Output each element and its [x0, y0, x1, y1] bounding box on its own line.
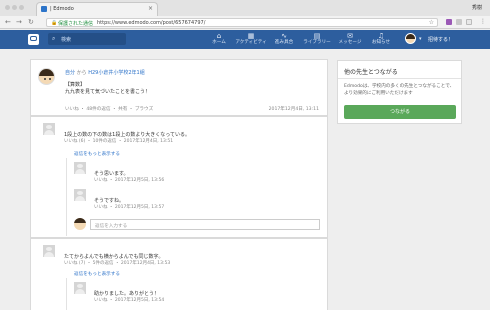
extension-icon[interactable] — [466, 19, 472, 25]
post-author-link[interactable]: 自分 — [65, 70, 75, 76]
browser-tab[interactable]: | Edmodo × — [36, 2, 158, 16]
edmodo-logo-icon[interactable] — [28, 34, 39, 45]
browser-menu-icon[interactable]: ⋮ — [480, 18, 486, 25]
comment-text: たてからよんでも横からよんでも同じ数字。 — [64, 254, 164, 260]
comment-text: 1段上の数の下の数は1段上の数より大きくなっている。 — [64, 132, 191, 138]
post-card: 自分 から H29小倉井小学校2年1組 【算数】 九九表を見て気づいたことを書こ… — [30, 59, 328, 116]
bell-icon: ♫ — [377, 32, 385, 40]
reload-icon[interactable]: ↻ — [28, 18, 34, 26]
avatar[interactable] — [74, 282, 86, 294]
show-more-replies-link[interactable]: 返信をもっと表示する — [74, 151, 120, 157]
tab-title: | Edmodo — [50, 6, 74, 12]
comment-meta: いいね (6) ・ 10件の返信 ・ 2017年12月4日, 13:51 — [64, 139, 174, 144]
browser-toolbar: ← → ↻ 🔒 保護された通信 https://www.edmodo.com/p… — [0, 16, 490, 29]
panel-title: 他の先生とつながる — [344, 69, 398, 76]
edmodo-favicon-icon — [41, 6, 47, 12]
browse-link[interactable]: ブラウズ — [135, 107, 153, 112]
share-link[interactable]: 共有 — [118, 107, 127, 112]
my-avatar — [74, 218, 86, 230]
invite-button[interactable]: 招待する！ — [428, 36, 453, 43]
nav-notifications[interactable]: ♫ お知らせ — [361, 32, 401, 46]
reply-thread-line — [66, 158, 67, 236]
post-text-body: 九九表を見て気づいたことを書こう！ — [65, 89, 151, 95]
show-more-replies-link[interactable]: 返信をもっと表示する — [74, 271, 120, 277]
reply-placeholder: 返信を入力する — [95, 224, 128, 229]
connect-button[interactable]: つながる — [344, 105, 456, 119]
window-controls[interactable] — [5, 5, 26, 12]
post-text-subject: 【算数】 — [65, 82, 86, 88]
nav-notifications-label: お知らせ — [371, 40, 391, 45]
post-from-word: から — [76, 70, 87, 76]
extension-icon[interactable] — [456, 19, 462, 25]
browser-profile-name[interactable]: 秀樹 — [472, 4, 482, 11]
back-arrow-icon[interactable]: ← — [5, 18, 11, 26]
app-navbar: ⌕ 検索 ⌂ ホーム ▦ アクティビティ ∿ 進み具合 ▤ ライブラリー ✉ メ… — [0, 30, 490, 49]
address-bar[interactable]: 🔒 保護された通信 https://www.edmodo.com/post/65… — [46, 18, 438, 27]
search-input[interactable]: ⌕ 検索 — [48, 33, 126, 45]
author-avatar[interactable] — [38, 68, 55, 85]
post-header: 自分 から H29小倉井小学校2年1組 — [65, 69, 145, 76]
reply-meta: いいね ・ 2017年12月5日, 13:56 — [94, 178, 165, 183]
lock-icon: 🔒 — [51, 20, 58, 26]
avatar[interactable] — [74, 189, 86, 201]
avatar[interactable] — [74, 162, 86, 174]
user-avatar[interactable] — [405, 33, 416, 44]
replies-link[interactable]: 48件の返信 — [86, 107, 110, 112]
reply-thread-line — [66, 278, 67, 310]
comment-meta: いいね (7) ・ 5件の返信 ・ 2017年12月4日, 13:53 — [64, 261, 171, 266]
avatar[interactable] — [43, 123, 55, 135]
post-date: 2017年12月4日, 13:11 — [268, 107, 319, 112]
secure-label: 保護された通信 — [58, 21, 94, 27]
connect-teachers-panel: 他の先生とつながる Edmodoは、学校内の多くの先生とつながることで、より効果… — [337, 60, 462, 124]
reply-text: そうですね。 — [94, 198, 125, 204]
reply-meta: いいね ・ 2017年12月5日, 13:57 — [94, 205, 165, 210]
reply-meta: いいね ・ 2017年12月5日, 13:54 — [94, 298, 165, 303]
tab-close-icon[interactable]: × — [148, 5, 153, 12]
url-text[interactable]: https://www.edmodo.com/post/657674797/ — [97, 20, 205, 26]
reply-text: 助かりました。ありがとう！ — [94, 291, 160, 297]
search-icon: ⌕ — [52, 35, 56, 42]
window-titlebar: | Edmodo × 秀樹 — [0, 0, 490, 16]
chevron-down-icon[interactable]: ▾ — [419, 36, 422, 42]
reply-input[interactable]: 返信を入力する — [90, 219, 320, 230]
like-link[interactable]: いいね — [65, 107, 79, 112]
divider — [338, 78, 461, 79]
post-group-link[interactable]: H29小倉井小学校2年1組 — [88, 70, 145, 76]
search-placeholder: 検索 — [61, 37, 72, 43]
reply-text: そう思います。 — [94, 171, 129, 177]
bookmark-star-icon[interactable]: ☆ — [429, 19, 434, 26]
panel-description: Edmodoは、学校内の多くの先生とつながることで、より効果的にご利用いただけま… — [344, 84, 455, 96]
forward-arrow-icon[interactable]: → — [16, 18, 22, 26]
post-actions: いいね ・ 48件の返信 ・ 共有 ・ ブラウズ — [65, 107, 154, 112]
avatar[interactable] — [43, 245, 55, 257]
extension-icon[interactable] — [446, 19, 452, 25]
